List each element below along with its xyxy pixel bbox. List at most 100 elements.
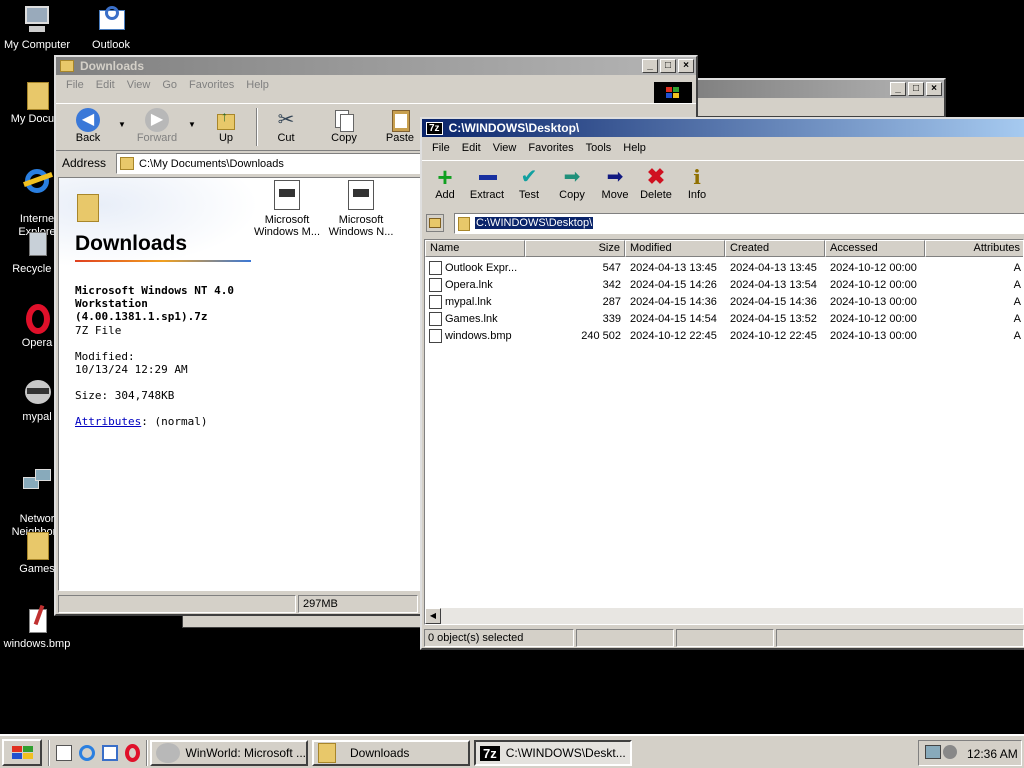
table-row[interactable]: Outlook Expr... 547 2024-04-13 13:45 202… [425,260,1023,277]
shortcut-file-icon [429,261,442,275]
sevenzip-path-bar: C:\WINDOWS\Desktop\ [422,211,1024,237]
cut-button[interactable]: ✂ Cut [266,108,306,144]
quicklaunch-desktop-icon[interactable] [56,745,72,761]
paint-icon [21,603,53,635]
paste-button[interactable]: Paste [378,108,422,144]
column-header-name[interactable]: Name [425,240,525,257]
menu-file[interactable]: File [60,79,90,91]
taskbar-item-winworld[interactable]: WinWorld: Microsoft ... [150,740,308,766]
menu-favorites[interactable]: Favorites [522,142,579,154]
maximize-button[interactable]: □ [660,59,676,73]
folder-icon [318,743,336,763]
forward-dropdown-icon[interactable]: ▼ [188,120,196,129]
path-input[interactable]: C:\WINDOWS\Desktop\ [454,213,1024,234]
copy-button[interactable]: ➡ Copy [552,165,592,201]
size-value: Size: 304,748KB [75,389,175,402]
menu-help[interactable]: Help [240,79,275,91]
desktop-icon-my-computer[interactable]: My Computer [0,4,74,52]
forward-button[interactable]: ▶ Forward [130,108,184,144]
close-button[interactable]: × [678,59,694,73]
column-header-attributes[interactable]: Attributes [925,240,1023,257]
back-button[interactable]: ◀ Back [66,108,110,144]
test-button[interactable]: ✔ Test [512,165,546,201]
sevenzip-toolbar: + Add Extract ✔ Test ➡ Copy ➡ Move ✖ Del… [422,160,1024,210]
quicklaunch-opera-icon[interactable] [125,744,140,762]
taskbar-item-downloads[interactable]: Downloads [312,740,470,766]
ie-icon [21,165,53,197]
close-button[interactable]: × [926,82,942,96]
move-button[interactable]: ➡ Move [596,165,634,201]
start-button[interactable] [2,739,42,766]
minimize-button[interactable]: _ [642,59,658,73]
bitmap-file-icon [429,329,442,343]
explorer-titlebar[interactable]: Downloads _ □ × [56,57,696,75]
column-header-created[interactable]: Created [725,240,825,257]
copy-icon [331,108,357,132]
menu-go[interactable]: Go [156,79,183,91]
desktop-icon-outlook[interactable]: Outlook [74,4,148,52]
modified-value: 10/13/24 12:29 AM [75,363,188,376]
clipboard-icon [387,108,413,132]
menu-tools[interactable]: Tools [580,142,618,154]
taskbar-item-7zip[interactable]: 7z C:\WINDOWS\Deskt... [474,740,632,766]
copy-button[interactable]: Copy [322,108,366,144]
sevenzip-title: C:\WINDOWS\Desktop\ [448,121,580,135]
folder-icon [77,194,99,222]
horizontal-scrollbar[interactable]: ◀ [425,608,1023,624]
maximize-button[interactable]: □ [908,82,924,96]
file-item[interactable]: Microsoft Windows M... [251,180,323,238]
selection-status: 0 object(s) selected [428,632,524,644]
up-folder-button[interactable] [426,214,444,232]
desktop-icon-label: Opera [21,337,53,349]
minimize-button[interactable]: _ [890,82,906,96]
folder-icon [60,60,74,72]
menu-edit[interactable]: Edit [90,79,121,91]
column-header-size[interactable]: Size [525,240,625,257]
attributes-link[interactable]: Attributes [75,415,141,428]
file-item[interactable]: Microsoft Windows N... [325,180,397,238]
extract-button[interactable]: Extract [466,165,508,201]
up-button[interactable]: ↑ Up [206,108,246,144]
back-dropdown-icon[interactable]: ▼ [118,120,126,129]
quicklaunch-outlook-icon[interactable] [102,745,118,761]
title-divider [75,260,251,262]
menu-edit[interactable]: Edit [456,142,487,154]
volume-tray-icon[interactable] [943,745,957,759]
menu-favorites[interactable]: Favorites [183,79,240,91]
sevenzip-file-list[interactable]: Name Size Modified Created Accessed Attr… [424,239,1024,625]
menu-view[interactable]: View [487,142,523,154]
scroll-left-button[interactable]: ◀ [425,608,441,624]
background-window-titlebar[interactable]: _ □ × [692,80,944,98]
table-row[interactable]: mypal.lnk 287 2024-04-15 14:36 2024-04-1… [425,294,1023,311]
table-row[interactable]: Games.lnk 339 2024-04-15 14:54 2024-04-1… [425,311,1023,328]
path-value: C:\WINDOWS\Desktop\ [475,217,594,229]
attributes-row: Attributes: (normal) [75,415,208,428]
menu-view[interactable]: View [121,79,157,91]
sevenzip-window[interactable]: 7z C:\WINDOWS\Desktop\ File Edit View Fa… [420,117,1024,650]
checkmark-icon: ✔ [520,166,538,188]
network-tray-icon[interactable] [925,745,941,759]
background-window[interactable]: _ □ × [690,78,946,118]
table-row[interactable]: windows.bmp 240 502 2024-10-12 22:45 202… [425,328,1023,345]
network-icon [21,465,53,497]
add-button[interactable]: + Add [428,164,462,201]
column-header-modified[interactable]: Modified [625,240,725,257]
delete-button[interactable]: ✖ Delete [636,165,676,202]
quicklaunch-ie-icon[interactable] [79,745,95,761]
table-row[interactable]: Opera.lnk 342 2024-04-15 14:26 2024-04-1… [425,277,1023,294]
minus-icon [474,165,500,189]
shortcut-file-icon [429,278,442,292]
archive-file-icon [348,180,374,210]
info-button[interactable]: i Info [680,165,714,201]
sevenzip-titlebar[interactable]: 7z C:\WINDOWS\Desktop\ [422,119,1024,137]
sevenzip-menubar: File Edit View Favorites Tools Help [422,137,1024,159]
copy-arrow-icon: ➡ [563,166,581,188]
menu-file[interactable]: File [426,142,456,154]
desktop-icon-label: Outlook [92,39,130,51]
column-header-accessed[interactable]: Accessed [825,240,925,257]
menu-help[interactable]: Help [617,142,652,154]
desktop-icon-label: mypal [22,411,52,423]
outlook-icon [95,4,127,36]
clock[interactable]: 12:36 AM [967,747,1018,761]
move-arrow-icon: ➡ [606,166,624,188]
